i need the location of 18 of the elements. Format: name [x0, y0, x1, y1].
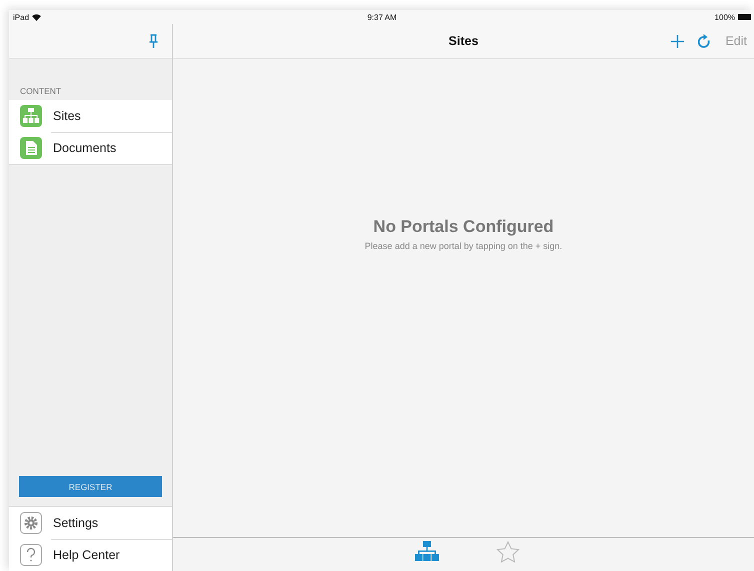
battery-percent: 100%	[714, 12, 736, 22]
add-icon[interactable]	[671, 34, 684, 48]
device-name: iPad	[13, 12, 30, 22]
battery-icon	[738, 14, 752, 20]
settings-icon	[20, 512, 42, 534]
sitemap-tab[interactable]	[415, 541, 439, 563]
document-icon	[20, 137, 42, 159]
empty-state-message: Please add a new portal by tapping on the + sign.	[364, 241, 562, 251]
clock-time: 9:37 AM	[367, 12, 397, 22]
empty-state-title: No Portals Configured	[373, 217, 554, 237]
refresh-icon[interactable]	[698, 34, 712, 48]
pin-icon[interactable]	[149, 34, 158, 48]
star-tab[interactable]	[496, 541, 520, 563]
help-icon	[20, 544, 42, 566]
nav-title: Sites	[448, 34, 478, 48]
section-header: CONTENT	[19, 85, 62, 98]
sitemap-icon	[20, 105, 42, 127]
wifi-icon	[32, 14, 42, 20]
